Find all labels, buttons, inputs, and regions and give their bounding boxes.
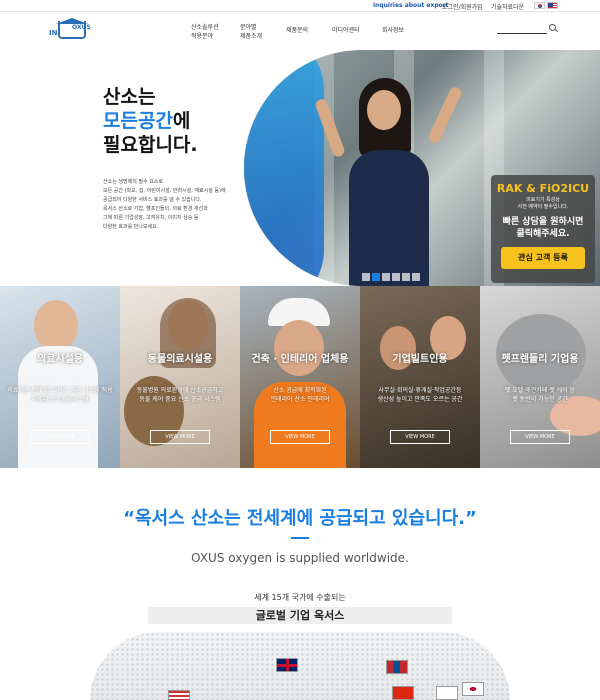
china-flag-icon xyxy=(392,686,414,700)
worldwide-subtitle: OXUS oxygen is supplied worldwide. xyxy=(191,551,409,565)
search-icon[interactable] xyxy=(549,24,556,31)
hero-title-accent: 모든공간 xyxy=(103,110,173,132)
logo-oxus-text: OXUS xyxy=(72,24,91,31)
global-company-label: 글로벌 기업 옥서스 xyxy=(148,607,452,624)
category-desc: 사무실·회의실·휴게실·작업공간등 생산성 높이고 만족도 오르는 공간 xyxy=(377,387,463,403)
view-more-button[interactable]: VIEW MORE xyxy=(270,430,330,444)
slide-dot[interactable] xyxy=(362,273,370,281)
korean-flag-icon[interactable] xyxy=(534,2,545,9)
hero-description: 산소는 생명체의 필수 요소로 모든 공간 (학교, 집, 어린이시설, 반려시… xyxy=(103,179,226,230)
category-card-builtin[interactable]: 기업빌트인용 사무실·회의실·휴게실·작업공간등 생산성 높이고 만족도 오르는… xyxy=(360,286,480,468)
category-desc: 의료기관 등에 실 고산소 공급 시스템 적용 차세대 산소공급시스템 xyxy=(7,387,113,403)
mongolia-flag-icon xyxy=(386,660,408,674)
doctor-figure xyxy=(34,300,78,352)
category-strip: 의료시설용 의료기관 등에 실 고산소 공급 시스템 적용 차세대 산소공급시스… xyxy=(0,286,600,468)
us-flag-icon[interactable] xyxy=(547,2,558,9)
uk-flag-icon xyxy=(276,658,298,672)
category-title: 동물의료시설용 xyxy=(147,354,213,365)
worldwide-title: “옥서스 산소는 전세계에 공급되고 있습니다.” xyxy=(123,508,477,529)
view-more-button[interactable]: VIEW MORE xyxy=(150,430,210,444)
category-card-medical[interactable]: 의료시설용 의료기관 등에 실 고산소 공급 시스템 적용 차세대 산소공급시스… xyxy=(0,286,120,468)
export-inquiry-link[interactable]: inquiries about export xyxy=(373,2,449,9)
nav-item-inquiry[interactable]: 제품문의 xyxy=(286,26,308,35)
hero-section: 산소는 모든공간에 필요합니다. 산소는 생명체의 필수 요소로 모든 공간 (… xyxy=(0,50,600,286)
logo-in-text: IN xyxy=(49,29,58,37)
slide-dot[interactable] xyxy=(382,273,390,281)
category-title: 펫프렌들리 기업용 xyxy=(501,354,579,365)
category-desc: 펫 호텔·애견카페·펫 케어 등 펫 동반이 가능한 공간 xyxy=(504,387,576,403)
category-desc: 산소 공급에 최적화된 인테리어 산소 인테리어 xyxy=(270,387,330,403)
search-input[interactable] xyxy=(497,33,547,34)
nav-item-company-info[interactable]: 회사정보 xyxy=(382,26,404,35)
view-more-button[interactable]: VIEW MORE xyxy=(390,430,450,444)
tech-download-link[interactable]: 기술자료다운 xyxy=(491,2,524,11)
nav-item-solution-fields[interactable]: 산소솔루션 적용분야 xyxy=(191,23,219,41)
slide-dot-active[interactable] xyxy=(372,273,380,281)
world-map xyxy=(90,632,510,700)
top-utility-bar: inquiries about export 로그인/회원가입 기술자료다운 xyxy=(0,0,600,12)
slide-dot[interactable] xyxy=(402,273,410,281)
korea-flag-icon xyxy=(436,686,458,700)
us-flag-icon xyxy=(168,690,190,700)
promo-subtitle: 의료기기 특성상 사전 예약이 필수입니다. xyxy=(517,197,569,210)
hero-title-line2: 모든공간에 xyxy=(103,109,198,133)
category-title: 건축 · 인테리어 업체용 xyxy=(251,354,349,365)
hero-title-line3: 필요합니다. xyxy=(103,134,198,156)
main-nav: IN OXUS 산소솔루션 적용분야 분야별 제품소개 제품문의 미디어센터 회… xyxy=(0,12,600,50)
japan-flag-icon xyxy=(462,682,484,696)
category-title: 의료시설용 xyxy=(37,354,83,365)
promo-message: 빠른 상담을 원하시면 클릭해주세요. xyxy=(502,217,584,239)
worker-figure xyxy=(274,320,324,376)
category-card-animal-medical[interactable]: 동물의료시설용 동물병원 의료환경에 산소공급하고 동물 케어 중요 산소 공급… xyxy=(120,286,240,468)
view-more-button[interactable]: VIEW MORE xyxy=(510,430,570,444)
hero-title: 산소는 모든공간에 필요합니다. xyxy=(103,85,198,157)
woman-figure xyxy=(367,90,401,130)
blue-swoosh-shape xyxy=(244,50,324,286)
nav-item-products[interactable]: 분야별 제품소개 xyxy=(240,23,262,41)
promo-panel: RAK & FiO2ICU 의료기기 특성상 사전 예약이 필수입니다. 빠른 … xyxy=(491,175,595,283)
oxus-logo[interactable]: IN OXUS xyxy=(48,18,94,44)
hero-title-suffix: 에 xyxy=(172,110,191,132)
slide-dot[interactable] xyxy=(412,273,420,281)
category-title: 기업빌트인용 xyxy=(392,354,448,365)
login-signup-link[interactable]: 로그인/회원가입 xyxy=(442,2,483,11)
nav-item-media-center[interactable]: 미디어센터 xyxy=(332,26,360,35)
category-card-pet-friendly[interactable]: 펫프렌들리 기업용 펫 호텔·애견카페·펫 케어 등 펫 동반이 가능한 공간 … xyxy=(480,286,600,468)
promo-title: RAK & FiO2ICU xyxy=(496,182,590,195)
slide-dot[interactable] xyxy=(392,273,400,281)
export-count-text: 세계 15개 국가에 수출되는 xyxy=(254,593,346,602)
category-desc: 동물병원 의료환경에 산소공급하고 동물 케어 중요 산소 공급 시스템 xyxy=(136,387,224,403)
view-more-button[interactable]: VIEW MORE xyxy=(30,430,90,444)
register-interest-button[interactable]: 관심 고객 등록 xyxy=(501,247,585,269)
hero-title-line1: 산소는 xyxy=(103,86,156,108)
category-card-construction[interactable]: 건축 · 인테리어 업체용 산소 공급에 최적화된 인테리어 산소 인테리어 V… xyxy=(240,286,360,468)
title-divider xyxy=(291,537,309,539)
slide-indicator xyxy=(362,266,422,281)
